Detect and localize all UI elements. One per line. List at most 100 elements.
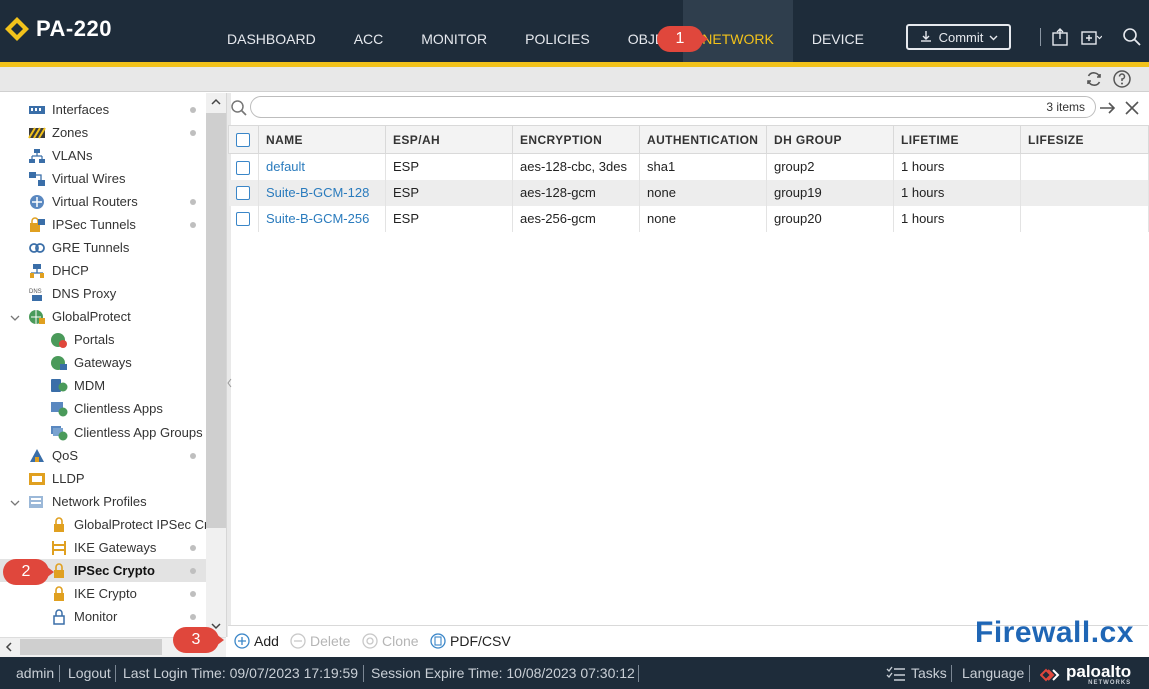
- lock-config-icon[interactable]: [1049, 26, 1071, 48]
- sidebar-item-portals[interactable]: Portals: [0, 328, 206, 351]
- vendor-logo-text: paloalto NETWORKS: [1066, 663, 1131, 686]
- sidebar-item-virtual-routers[interactable]: Virtual Routers: [0, 190, 206, 213]
- dh-group-cell: group19: [766, 179, 894, 206]
- callout-number: 2: [21, 563, 31, 580]
- tasks-icon: [886, 666, 905, 681]
- search-icon[interactable]: [1121, 26, 1143, 48]
- sidebar-item-interfaces[interactable]: Interfaces: [0, 98, 206, 121]
- sidebar-item-ipsec-tunnels[interactable]: IPSec Tunnels: [0, 213, 206, 236]
- table-row[interactable]: Suite-B-GCM-128 ESP aes-128-gcm none gro…: [228, 179, 1149, 206]
- profile-name-link[interactable]: default: [258, 153, 386, 180]
- sidebar-item-clientless-app-groups[interactable]: Clientless App Groups: [0, 421, 206, 444]
- vendor-logo: paloalto NETWORKS: [1040, 663, 1131, 686]
- sidebar-item-label: Portals: [74, 332, 115, 347]
- add-button[interactable]: Add: [234, 633, 279, 649]
- header-divider: [1040, 28, 1041, 46]
- authentication-cell: none: [639, 205, 767, 232]
- globalprotect-icon: [29, 309, 45, 324]
- sidebar-hscroll-thumb[interactable]: [20, 639, 162, 655]
- tab-policies[interactable]: POLICIES: [506, 0, 609, 62]
- column-header-authentication[interactable]: AUTHENTICATION: [639, 125, 767, 154]
- scroll-left-icon[interactable]: [4, 642, 14, 652]
- sidebar-item-dhcp[interactable]: DHCP: [0, 259, 206, 282]
- sidebar-item-label: Network Profiles: [52, 494, 147, 509]
- status-dot: [190, 130, 196, 136]
- profile-name-link[interactable]: Suite-B-GCM-128: [258, 179, 386, 206]
- sidebar-item-virtual-wires[interactable]: Virtual Wires: [0, 167, 206, 190]
- mdm-icon: [51, 378, 68, 392]
- lock-icon: [54, 585, 64, 601]
- select-all-checkbox[interactable]: [236, 132, 250, 147]
- clear-filter-icon[interactable]: [1124, 100, 1140, 116]
- sidebar-item-label: Clientless App Groups: [74, 425, 203, 440]
- profile-name-link[interactable]: Suite-B-GCM-256: [258, 205, 386, 232]
- table-header-row: NAME ESP/AH ENCRYPTION AUTHENTICATION DH…: [228, 125, 1149, 154]
- status-dot: [190, 453, 196, 459]
- sidebar-item-vlans[interactable]: VLANs: [0, 144, 206, 167]
- vendor-sub: NETWORKS: [1088, 680, 1132, 686]
- sidebar-item-label: VLANs: [52, 148, 93, 163]
- sidebar-item-globalprotect-ipsec-crypto[interactable]: GlobalProtect IPSec Cry: [0, 513, 206, 536]
- sidebar-item-lldp[interactable]: LLDP: [0, 467, 206, 490]
- table-row[interactable]: Suite-B-GCM-256 ESP aes-256-gcm none gro…: [228, 205, 1149, 232]
- clone-button[interactable]: Clone: [362, 633, 419, 649]
- scroll-up-icon[interactable]: [211, 97, 221, 107]
- sidebar-item-mdm[interactable]: MDM: [0, 374, 206, 397]
- sidebar-item-qos[interactable]: QoS: [0, 444, 206, 467]
- status-dot: [190, 614, 196, 620]
- column-header-esp-ah[interactable]: ESP/AH: [385, 125, 513, 154]
- sidebar-item-globalprotect[interactable]: GlobalProtect: [0, 305, 206, 328]
- sidebar-tree: Interfaces Zones VLANs Virtual Wires Vir…: [0, 93, 206, 637]
- current-user: admin: [16, 665, 55, 681]
- sidebar-item-gateways[interactable]: Gateways: [0, 351, 206, 374]
- sidebar-item-gre-tunnels[interactable]: GRE Tunnels: [0, 236, 206, 259]
- sidebar-item-label: GlobalProtect IPSec Cry: [74, 517, 206, 532]
- tab-device[interactable]: DEVICE: [793, 0, 883, 62]
- column-header-name[interactable]: NAME: [258, 125, 386, 154]
- paloalto-logo-icon: [1040, 668, 1060, 681]
- select-all-cell: [228, 125, 259, 154]
- sidebar-item-clientless-apps[interactable]: Clientless Apps: [0, 397, 206, 420]
- status-divider: [115, 665, 116, 682]
- column-header-dh-group[interactable]: DH GROUP: [766, 125, 894, 154]
- tasks-link[interactable]: Tasks: [911, 665, 947, 681]
- sidebar-item-monitor[interactable]: Monitor: [0, 605, 206, 628]
- sidebar-item-ike-gateways[interactable]: IKE Gateways: [0, 536, 206, 559]
- row-checkbox[interactable]: [235, 160, 250, 175]
- encryption-cell: aes-128-cbc, 3des: [512, 153, 640, 180]
- pdf-csv-button[interactable]: PDF/CSV: [430, 633, 511, 649]
- sidebar-scroll-thumb[interactable]: [206, 113, 226, 528]
- config-menu-icon[interactable]: [1080, 26, 1102, 48]
- tab-dashboard[interactable]: DASHBOARD: [208, 0, 335, 62]
- column-header-lifetime[interactable]: LIFETIME: [893, 125, 1021, 154]
- device-logo-icon: [5, 17, 29, 41]
- refresh-icon[interactable]: [1084, 69, 1104, 89]
- row-checkbox[interactable]: [235, 186, 250, 201]
- sidebar-item-network-profiles[interactable]: Network Profiles: [0, 490, 206, 513]
- apply-filter-arrow-icon[interactable]: [1099, 100, 1117, 116]
- logout-link[interactable]: Logout: [68, 665, 111, 681]
- sidebar-item-zones[interactable]: Zones: [0, 121, 206, 144]
- column-header-encryption[interactable]: ENCRYPTION: [512, 125, 640, 154]
- callout-2: 2: [2, 558, 54, 586]
- delete-icon: [290, 633, 306, 649]
- status-divider: [951, 665, 952, 682]
- commit-button[interactable]: Commit: [906, 24, 1011, 50]
- status-dot: [190, 591, 196, 597]
- lifesize-cell: [1020, 205, 1149, 232]
- column-header-lifesize[interactable]: LIFESIZE: [1020, 125, 1149, 154]
- collapse-handle-icon[interactable]: [227, 378, 232, 388]
- language-link[interactable]: Language: [962, 665, 1024, 681]
- table-row[interactable]: default ESP aes-128-cbc, 3des sha1 group…: [228, 153, 1149, 180]
- encryption-cell: aes-128-gcm: [512, 179, 640, 206]
- tab-acc[interactable]: ACC: [335, 0, 403, 62]
- delete-button[interactable]: Delete: [290, 633, 350, 649]
- sidebar-item-dns-proxy[interactable]: DNS DNS Proxy: [0, 282, 206, 305]
- authentication-cell: none: [639, 179, 767, 206]
- lldp-icon: [29, 472, 45, 485]
- filter-input[interactable]: 3 items: [250, 96, 1096, 118]
- search-icon: [231, 100, 247, 116]
- tab-monitor[interactable]: MONITOR: [402, 0, 506, 62]
- help-icon[interactable]: [1112, 69, 1132, 89]
- row-checkbox[interactable]: [235, 212, 250, 227]
